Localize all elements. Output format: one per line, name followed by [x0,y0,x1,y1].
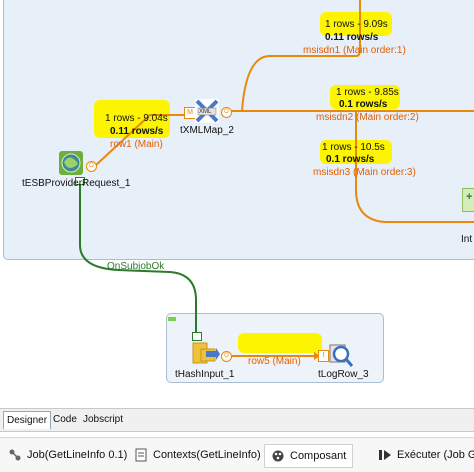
logrow-label: tLogRow_3 [318,369,369,380]
tab-composant[interactable]: Composant [264,444,354,468]
partial-component-label: Int [461,234,473,245]
row1-rows-text: 1 rows - 9.04s [105,113,168,124]
partial-component-plus: + [466,191,473,203]
connections-layer [79,0,474,360]
tab-contexts-label: Contexts(GetLineInfo) [153,449,261,461]
msisdn2-rate-text: 0.1 rows/s [339,99,388,110]
tab-designer[interactable]: Designer [3,411,52,429]
esb-provider-label: tESBProviderRequest_1 [22,178,131,189]
subjob-collapse-marker[interactable] [168,317,176,321]
esb-output-port[interactable]: O [86,161,97,172]
contexts-icon [135,448,147,462]
views-tab-bar: Job(GetLineInfo 0.1) Contexts(GetLineInf… [0,437,474,472]
xmlmap-output-port[interactable]: O [221,107,232,118]
esb-provider-component[interactable] [58,150,84,176]
msisdn1-name: msisdn1 (Main order:1) [303,45,406,56]
xmlmap-label: tXMLMap_2 [180,125,234,136]
logrow-component[interactable] [328,342,354,368]
xml-badge: XML [199,109,212,115]
msisdn1-rows-text: 1 rows - 9.09s [325,19,388,30]
logrow-magnifier-icon [329,344,354,367]
hashinput-output-port[interactable]: O [221,351,232,362]
msisdn1-rate-text: 0.11 rows/s [325,32,379,43]
hashinput-icon [192,342,220,364]
job-icon [9,449,21,461]
hashinput-trigger-port[interactable] [192,332,202,341]
hashinput-component[interactable] [192,341,220,367]
msisdn3-rate-text: 0.1 rows/s [326,154,375,165]
component-icon [272,450,284,462]
tab-composant-label: Composant [290,450,347,462]
msisdn2-rows-text: 1 rows - 9.85s [336,87,399,98]
tab-contexts[interactable]: Contexts(GetLineInfo) [134,444,261,466]
tab-jobscript[interactable]: Jobscript [80,411,126,428]
hashinput-label: tHashInput_1 [175,369,235,380]
onsubjobok-connection [79,180,197,336]
tab-executer-label: Exécuter (Job GetLi [397,449,474,461]
msisdn3-name: msisdn3 (Main order:3) [313,167,416,178]
run-icon [379,450,391,460]
msisdn2-name: msisdn2 (Main order:2) [316,112,419,123]
row5-name: row5 (Main) [248,356,301,367]
tab-job[interactable]: Job(GetLineInfo 0.1) [8,444,127,466]
tab-code[interactable]: Code [50,411,80,428]
row1-name: row1 (Main) [110,139,163,150]
designer-canvas[interactable]: O M O O I tESBProviderRequest_1 XML tXML… [0,0,474,408]
onsubjobok-label: OnSubjobOk [107,261,165,272]
msisdn3-rows-text: 1 rows - 10.5s [322,142,385,153]
editor-tabs-bar: Designer Code Jobscript [0,408,474,432]
esb-globe-icon [59,151,83,175]
tab-executer[interactable]: Exécuter (Job GetLi [378,444,474,466]
tab-job-label: Job(GetLineInfo 0.1) [27,449,128,461]
row1-rate-text: 0.11 rows/s [110,126,164,137]
